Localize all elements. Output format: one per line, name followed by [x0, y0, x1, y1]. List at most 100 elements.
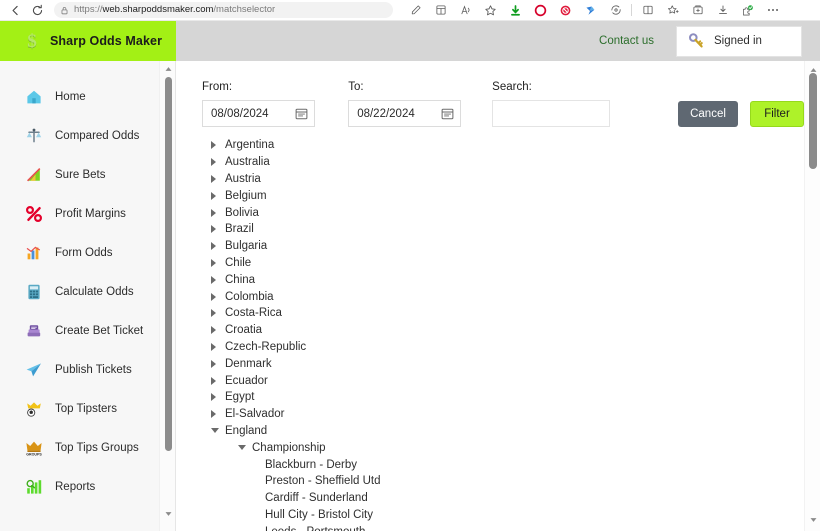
tree-node-match[interactable]: Blackburn - Derby [202, 456, 804, 473]
main-scrollbar[interactable] [804, 61, 820, 531]
from-date-input[interactable]: 08/08/2024 [202, 100, 315, 127]
downloads-icon[interactable] [710, 0, 735, 20]
tree-node-match[interactable]: Cardiff - Sunderland [202, 490, 804, 507]
calendar-icon[interactable] [295, 107, 308, 120]
sidebar-scrollbar[interactable] [159, 61, 175, 531]
chevron-right-icon[interactable] [211, 359, 225, 368]
filter-button[interactable]: Filter [750, 101, 804, 127]
opera-icon[interactable] [528, 0, 553, 20]
chevron-right-icon[interactable] [211, 191, 225, 200]
signed-in-button[interactable]: Signed in [676, 25, 802, 57]
download-green-icon[interactable] [503, 0, 528, 20]
tree-node-country[interactable]: Bulgaria [202, 238, 804, 255]
url-path: /matchselector [213, 4, 276, 15]
tree-node-label: Brazil [225, 223, 254, 236]
sidebar-item-home[interactable]: Home [0, 77, 159, 116]
sidebar-item-top-tips-groups[interactable]: GROUPS Top Tips Groups [0, 428, 159, 467]
tree-node-match[interactable]: Leeds - Portsmouth [202, 523, 804, 531]
chevron-right-icon[interactable] [211, 242, 225, 251]
chevron-right-icon[interactable] [211, 174, 225, 183]
chevron-right-icon[interactable] [211, 376, 225, 385]
pen-icon[interactable] [403, 0, 428, 20]
chevron-down-icon[interactable] [211, 428, 225, 434]
tree-node-match[interactable]: Hull City - Bristol City [202, 507, 804, 524]
address-bar[interactable]: https://web.sharpoddsmaker.com/matchsele… [54, 2, 393, 18]
chevron-right-icon[interactable] [211, 208, 225, 217]
scroll-up-arrow-icon[interactable] [160, 61, 175, 76]
main-scrollbar-thumb[interactable] [809, 73, 817, 169]
chevron-right-icon[interactable] [211, 292, 225, 301]
scroll-down-arrow-icon[interactable] [805, 513, 820, 527]
collections-icon[interactable] [428, 0, 453, 20]
adblock-icon[interactable] [553, 0, 578, 20]
tree-node-country[interactable]: China [202, 271, 804, 288]
sidebar-scrollbar-thumb[interactable] [165, 77, 172, 451]
tree-node-country[interactable]: Denmark [202, 355, 804, 372]
tree-node-country[interactable]: Brazil [202, 221, 804, 238]
sidebar-item-create-bet-ticket[interactable]: Create Bet Ticket [0, 311, 159, 350]
tree-node-label: Hull City - Bristol City [265, 508, 373, 521]
calendar-icon[interactable] [441, 107, 454, 120]
sidebar-item-sure-bets[interactable]: Sure Bets [0, 155, 159, 194]
tree-node-country-england[interactable]: England [202, 423, 804, 440]
tree-node-label: Austria [225, 172, 261, 185]
chevron-right-icon[interactable] [211, 158, 225, 167]
tree-node-country[interactable]: Croatia [202, 322, 804, 339]
collections-panel-icon[interactable] [685, 0, 710, 20]
tree-node-country[interactable]: Australia [202, 154, 804, 171]
tree-node-country[interactable]: Czech-Republic [202, 339, 804, 356]
sidebar-item-form-odds[interactable]: Form Odds [0, 233, 159, 272]
tree-node-country[interactable]: Costa-Rica [202, 305, 804, 322]
browser-essentials-icon[interactable] [603, 0, 628, 20]
tree-node-country[interactable]: Chile [202, 255, 804, 272]
tree-node-country[interactable]: Bolivia [202, 204, 804, 221]
tree-node-country[interactable]: El-Salvador [202, 406, 804, 423]
reload-icon[interactable] [26, 0, 48, 20]
app-logo[interactable]: $ $ Sharp Odds Maker [0, 21, 176, 61]
scroll-down-arrow-icon[interactable] [160, 506, 175, 521]
chevron-right-icon[interactable] [211, 275, 225, 284]
back-arrow-icon[interactable] [4, 0, 26, 20]
settings-more-icon[interactable] [760, 0, 785, 20]
sidebar-label: Publish Tickets [55, 363, 132, 376]
add-favorite-icon[interactable] [660, 0, 685, 20]
chevron-right-icon[interactable] [211, 410, 225, 419]
sidebar-item-reports[interactable]: Reports [0, 467, 159, 506]
chevron-right-icon[interactable] [211, 326, 225, 335]
match-selector-panel: From: 08/08/2024 To: 08/22/2024 Search: … [176, 61, 804, 531]
app-logo-text: Sharp Odds Maker [50, 34, 163, 48]
sidebar-item-top-tipsters[interactable]: Top Tipsters [0, 389, 159, 428]
tree-node-country[interactable]: Egypt [202, 389, 804, 406]
to-date-input[interactable]: 08/22/2024 [348, 100, 462, 127]
chevron-right-icon[interactable] [211, 141, 225, 150]
extensions-icon[interactable] [735, 0, 760, 20]
sidebar-item-profit-margins[interactable]: Profit Margins [0, 194, 159, 233]
search-input[interactable] [492, 100, 611, 127]
contact-us-link[interactable]: Contact us [599, 35, 654, 47]
tree-node-country[interactable]: Belgium [202, 187, 804, 204]
tree-node-match[interactable]: Preston - Sheffield Utd [202, 473, 804, 490]
chevron-right-icon[interactable] [211, 393, 225, 402]
sidebar-item-compared-odds[interactable]: Compared Odds [0, 116, 159, 155]
sidebar-item-publish-tickets[interactable]: Publish Tickets [0, 350, 159, 389]
chevron-right-icon[interactable] [211, 309, 225, 318]
tree-node-league-championship[interactable]: Championship [202, 439, 804, 456]
chevron-down-icon[interactable] [238, 445, 252, 451]
cancel-button[interactable]: Cancel [678, 101, 738, 127]
chevron-right-icon[interactable] [211, 225, 225, 234]
copilot-icon[interactable] [578, 0, 603, 20]
favorites-star-icon[interactable] [478, 0, 503, 20]
tree-node-country[interactable]: Ecuador [202, 372, 804, 389]
browser-toolbar: https://web.sharpoddsmaker.com/matchsele… [0, 0, 820, 21]
tree-node-country[interactable]: Colombia [202, 288, 804, 305]
main-content: From: 08/08/2024 To: 08/22/2024 Search: … [176, 61, 820, 531]
crown-groups-icon: GROUPS [24, 438, 44, 458]
split-screen-icon[interactable] [635, 0, 660, 20]
read-aloud-icon[interactable] [453, 0, 478, 20]
chevron-right-icon[interactable] [211, 342, 225, 351]
tree-node-label: Argentina [225, 139, 275, 152]
chevron-right-icon[interactable] [211, 258, 225, 267]
tree-node-country[interactable]: Argentina [202, 137, 804, 154]
sidebar-item-calculate-odds[interactable]: Calculate Odds [0, 272, 159, 311]
tree-node-country[interactable]: Austria [202, 171, 804, 188]
